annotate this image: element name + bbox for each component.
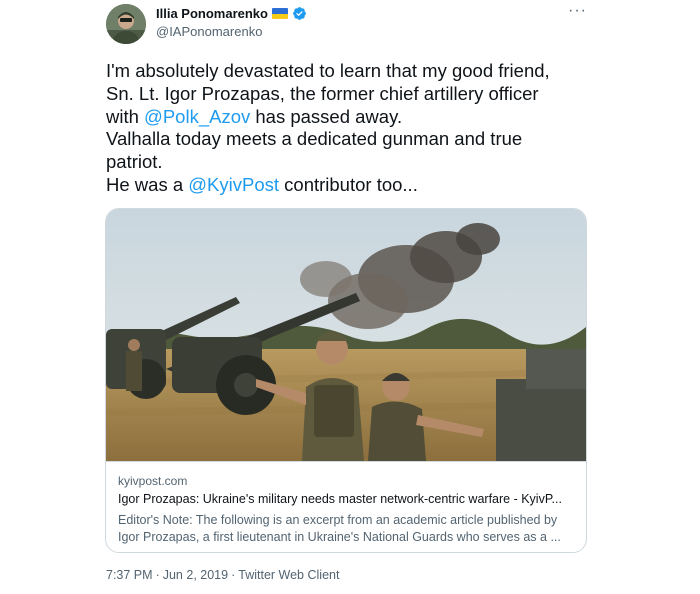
card-description-line: Editor's Note: The following is an excer… xyxy=(118,513,558,527)
artillery-photo xyxy=(106,209,586,461)
verified-badge-icon xyxy=(293,7,306,20)
mention-polk-azov[interactable]: @Polk_Azov xyxy=(144,106,250,127)
tweet-client[interactable]: Twitter Web Client xyxy=(238,568,339,582)
tweet-line-suffix: contributor too... xyxy=(279,173,418,195)
tweet-time[interactable]: 7:37 PM xyxy=(106,568,153,582)
tweet-line-prefix: with xyxy=(106,105,145,127)
meta-separator: · xyxy=(155,568,160,582)
author-name-row: Illia Ponomarenko xyxy=(156,6,307,21)
tweet-line: with @Polk_Azov has passed away. xyxy=(106,106,596,129)
tweet-line: I'm absolutely devastated to learn that … xyxy=(106,60,550,81)
tweet-line: patriot. xyxy=(106,151,163,173)
avatar[interactable] xyxy=(106,4,146,44)
tweet-line-suffix: has passed away. xyxy=(250,105,403,127)
tweet-line: Valhalla today meets a dedicated gunman … xyxy=(106,128,523,150)
card-description: Editor's Note: The following is an excer… xyxy=(118,512,574,546)
card-body: kyivpost.com Igor Prozapas: Ukraine's mi… xyxy=(106,461,586,552)
tweet-line-prefix: He was a xyxy=(106,173,189,195)
card-image[interactable] xyxy=(106,209,586,461)
tweet-text: I'm absolutely devastated to learn that … xyxy=(106,60,596,197)
tweet-meta: 7:37 PM · Jun 2, 2019 · Twitter Web Client xyxy=(106,568,339,582)
link-preview-card[interactable]: kyivpost.com Igor Prozapas: Ukraine's mi… xyxy=(105,208,587,553)
ukraine-flag-icon xyxy=(271,8,288,19)
tweet-line: Sn. Lt. Igor Prozapas, the former chief … xyxy=(106,82,539,104)
tweet: Illia Ponomarenko @IAPonomarenko ··· I'm… xyxy=(0,0,700,594)
display-name[interactable]: Illia Ponomarenko xyxy=(156,6,268,21)
tweet-line: He was a @KyivPost contributor too... xyxy=(106,174,596,197)
tweet-date[interactable]: Jun 2, 2019 xyxy=(163,568,228,582)
meta-separator: · xyxy=(231,568,236,582)
card-title[interactable]: Igor Prozapas: Ukraine's military needs … xyxy=(118,492,574,506)
card-domain: kyivpost.com xyxy=(118,474,188,488)
more-options-icon[interactable]: ··· xyxy=(568,2,587,20)
card-description-line: Igor Prozapas, a first lieutenant in Ukr… xyxy=(118,530,561,544)
mention-kyivpost[interactable]: @KyivPost xyxy=(188,174,279,195)
author-handle[interactable]: @IAPonomarenko xyxy=(156,24,262,39)
